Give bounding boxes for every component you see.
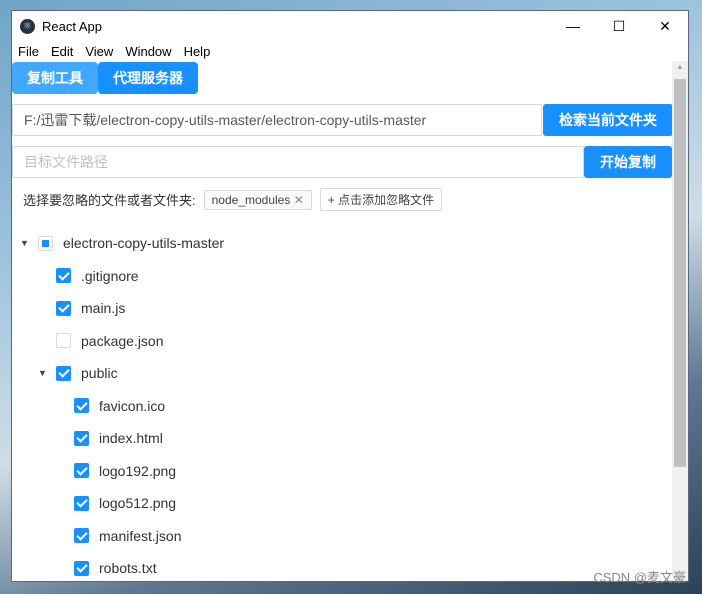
node-label: logo512.png <box>99 495 177 512</box>
tree-node[interactable]: .gitignore <box>12 260 673 293</box>
checkbox[interactable] <box>56 365 71 381</box>
file-tree: ▼ electron-copy-utils-master .gitignore mai… <box>12 227 673 581</box>
maximize-icon[interactable]: ☐ <box>596 11 642 41</box>
tree-node[interactable]: manifest.json <box>12 520 673 553</box>
checkbox[interactable] <box>74 463 89 479</box>
tree-node[interactable]: robots.txt <box>12 552 673 581</box>
checkbox[interactable] <box>74 398 89 414</box>
tree-node[interactable]: logo512.png <box>12 487 673 520</box>
tree-node[interactable]: index.html <box>12 422 673 455</box>
checkbox[interactable] <box>74 495 89 511</box>
checkbox[interactable] <box>74 528 89 544</box>
tree-node[interactable]: favicon.ico <box>12 390 673 423</box>
node-label: index.html <box>99 430 163 447</box>
target-path-input[interactable]: 目标文件路径 <box>12 146 584 178</box>
tree-node[interactable]: ▼ public <box>12 357 673 390</box>
checkbox[interactable] <box>56 300 71 316</box>
tree-node[interactable]: logo192.png <box>12 455 673 488</box>
window-title: React App <box>42 18 102 34</box>
tab-copy-tool[interactable]: 复制工具 <box>12 62 98 94</box>
node-label: favicon.ico <box>99 397 166 414</box>
close-icon[interactable]: ✕ <box>642 11 688 41</box>
title-bar: ⚛ React App — ☐ ✕ <box>12 11 688 41</box>
menu-view[interactable]: View <box>85 44 113 59</box>
tab-proxy-server[interactable]: 代理服务器 <box>98 62 198 94</box>
app-window: ⚛ React App — ☐ ✕ File Edit View Window … <box>11 10 689 582</box>
menu-file[interactable]: File <box>18 44 39 59</box>
node-label: public <box>81 365 118 382</box>
node-label: manifest.json <box>99 527 182 544</box>
start-copy-button[interactable]: 开始复制 <box>584 146 672 178</box>
minimize-icon[interactable]: — <box>550 11 596 41</box>
close-icon[interactable]: ✕ <box>294 193 304 207</box>
tree-node[interactable]: ▼ electron-copy-utils-master <box>12 227 673 260</box>
node-label: .gitignore <box>81 267 139 284</box>
checkbox[interactable] <box>56 333 71 349</box>
source-path-input[interactable]: F:/迅雷下载/electron-copy-utils-master/elect… <box>12 104 542 136</box>
ignore-label: 选择要忽略的文件或者文件夹: <box>23 193 196 208</box>
tree-node[interactable]: package.json <box>12 325 673 358</box>
menu-bar: File Edit View Window Help <box>12 41 688 61</box>
scan-folder-button[interactable]: 检索当前文件夹 <box>543 104 673 136</box>
checkbox[interactable] <box>74 430 89 446</box>
caret-down-icon[interactable]: ▼ <box>20 238 29 248</box>
checkbox[interactable] <box>38 235 53 251</box>
electron-icon: ⚛ <box>20 18 35 34</box>
add-ignore-button[interactable]: + 点击添加忽略文件 <box>319 188 443 211</box>
tree-node[interactable]: main.js <box>12 292 673 325</box>
node-label: package.json <box>81 332 164 349</box>
menu-window[interactable]: Window <box>125 44 171 59</box>
scroll-up-icon[interactable]: ▲ <box>672 61 688 75</box>
caret-down-icon[interactable]: ▼ <box>38 368 47 378</box>
menu-help[interactable]: Help <box>184 44 211 59</box>
node-label: logo192.png <box>99 462 177 479</box>
node-label: main.js <box>81 300 126 317</box>
watermark: CSDN @麦文豪 <box>593 570 686 585</box>
ignore-tag: node_modules ✕ <box>203 189 312 210</box>
scrollbar[interactable]: ▲ <box>672 61 688 581</box>
scrollbar-thumb[interactable] <box>674 79 686 467</box>
node-label: robots.txt <box>99 560 157 577</box>
tag-label: node_modules <box>211 192 291 207</box>
checkbox[interactable] <box>74 560 89 576</box>
menu-edit[interactable]: Edit <box>51 44 73 59</box>
main-content: 复制工具 代理服务器 F:/迅雷下载/electron-copy-utils-m… <box>12 61 673 581</box>
checkbox[interactable] <box>56 268 71 284</box>
ignore-section: 选择要忽略的文件或者文件夹: node_modules ✕ + 点击添加忽略文件 <box>23 188 443 211</box>
node-label: electron-copy-utils-master <box>63 235 225 252</box>
